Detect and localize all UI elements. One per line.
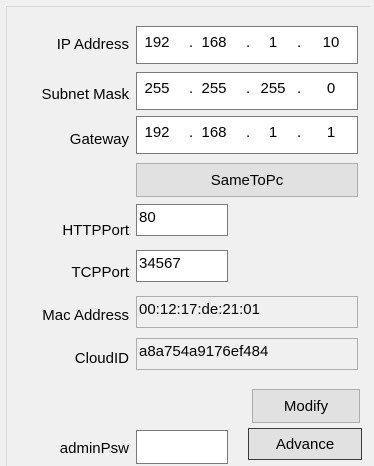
gateway-octet-4[interactable]: 1 xyxy=(311,124,351,142)
modify-button[interactable]: Modify xyxy=(252,389,360,423)
subnet-octet-2[interactable]: 255 xyxy=(194,80,234,98)
subnet-octet-4[interactable]: 0 xyxy=(311,80,351,98)
mac-address-field: 00:12:17:de:21:01 xyxy=(136,296,358,328)
http-port-input[interactable]: 80 xyxy=(136,204,228,236)
gateway-octet-2[interactable]: 168 xyxy=(194,124,234,142)
gateway-label: Gateway xyxy=(69,131,129,148)
subnet-octet-3[interactable]: 255 xyxy=(253,80,293,98)
ip-dot: . xyxy=(246,34,251,51)
subnet-mask-field[interactable]: 255 . 255 . 255 . 0 xyxy=(136,72,358,110)
cloud-id-field: a8a754a9176ef484 xyxy=(136,338,358,370)
ip-dot: . xyxy=(189,80,194,97)
admin-password-label: adminPsw xyxy=(59,440,129,457)
tcp-port-input[interactable]: 34567 xyxy=(136,250,228,282)
ip-address-field[interactable]: 192 . 168 . 1 . 10 xyxy=(136,26,358,64)
same-to-pc-button[interactable]: SameToPc xyxy=(136,163,358,197)
subnet-octet-1[interactable]: 255 xyxy=(137,80,177,98)
gateway-octet-3[interactable]: 1 xyxy=(253,124,293,142)
ip-address-label: IP Address xyxy=(56,36,129,53)
ip-octet-4[interactable]: 10 xyxy=(311,34,351,52)
gateway-octet-1[interactable]: 192 xyxy=(137,124,177,142)
gateway-field[interactable]: 192 . 168 . 1 . 1 xyxy=(136,116,358,154)
ip-octet-3[interactable]: 1 xyxy=(253,34,293,52)
ip-dot: . xyxy=(246,80,251,97)
tcp-port-label: TCPPort xyxy=(71,264,129,281)
ip-dot: . xyxy=(297,124,302,141)
mac-address-label: Mac Address xyxy=(42,307,129,324)
ip-dot: . xyxy=(189,124,194,141)
ip-dot: . xyxy=(297,34,302,51)
ip-dot: . xyxy=(189,34,194,51)
ip-octet-2[interactable]: 168 xyxy=(194,34,234,52)
ip-octet-1[interactable]: 192 xyxy=(137,34,177,52)
subnet-mask-label: Subnet Mask xyxy=(41,86,129,103)
ip-dot: . xyxy=(246,124,251,141)
advance-button[interactable]: Advance xyxy=(248,428,362,460)
http-port-label: HTTPPort xyxy=(62,222,129,239)
cloud-id-label: CloudID xyxy=(74,350,129,367)
admin-password-input[interactable] xyxy=(136,430,228,464)
ip-dot: . xyxy=(297,80,302,97)
